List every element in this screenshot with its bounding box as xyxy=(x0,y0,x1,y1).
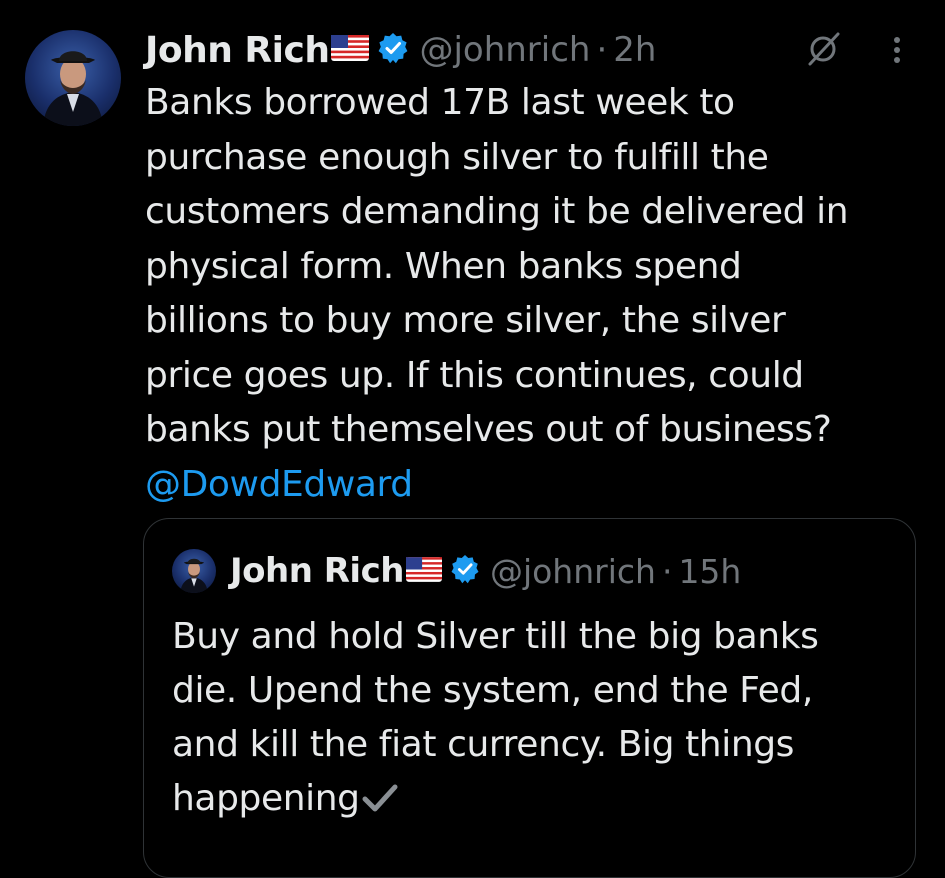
mention-link[interactable]: @DowdEdward xyxy=(145,464,413,505)
quoted-tweet-header: John Rich @johnrich · 15h xyxy=(172,547,741,595)
avatar[interactable] xyxy=(25,30,121,126)
tweet-text-line: banks put themselves out of business? xyxy=(145,409,832,450)
tweet-text-line: customers demanding it be delivered in xyxy=(145,191,849,232)
separator-dot: · xyxy=(596,30,608,70)
quoted-text-line: Buy and hold Silver till the big banks xyxy=(172,616,819,657)
timestamp[interactable]: 2h xyxy=(613,30,656,70)
quoted-timestamp: 15h xyxy=(678,551,742,591)
us-flag-icon xyxy=(405,556,442,586)
quoted-author-name: John Rich xyxy=(230,551,404,591)
quoted-tweet-text: Buy and hold Silver till the big banks d… xyxy=(172,610,892,830)
check-mark-icon xyxy=(362,776,398,830)
quoted-avatar xyxy=(172,549,216,593)
tweet[interactable]: John Rich @johnrich · 2h Banks borrowed … xyxy=(0,0,945,878)
grok-icon[interactable] xyxy=(804,28,844,68)
tweet-text-line: physical form. When banks spend xyxy=(145,245,742,287)
quoted-tweet[interactable]: John Rich @johnrich · 15h Buy and hold S… xyxy=(143,518,916,878)
quoted-text-line: die. Upend the system, end the Fed, xyxy=(172,670,813,711)
quoted-text-line: happening xyxy=(172,778,360,819)
tweet-text-line: price goes up. If this continues, could xyxy=(145,354,804,396)
more-options-icon[interactable] xyxy=(885,30,909,70)
tweet-text: Banks borrowed 17B last week to purchase… xyxy=(145,76,915,512)
us-flag-icon xyxy=(331,35,370,65)
quoted-text-line: and kill the fiat currency. Big things xyxy=(172,724,795,765)
tweet-text-line: purchase enough silver to fulfill the xyxy=(145,136,769,178)
verified-badge-icon xyxy=(450,554,480,588)
author-name[interactable]: John Rich xyxy=(145,30,330,71)
author-handle[interactable]: @johnrich xyxy=(419,30,590,70)
tweet-header: John Rich @johnrich · 2h xyxy=(145,24,656,76)
quoted-author-handle: @johnrich xyxy=(489,551,656,591)
tweet-text-line: Banks borrowed 17B last week to xyxy=(145,82,735,123)
verified-badge-icon[interactable] xyxy=(377,32,409,68)
tweet-text-line: billions to buy more silver, the silver xyxy=(145,300,786,341)
separator-dot: · xyxy=(661,551,673,591)
